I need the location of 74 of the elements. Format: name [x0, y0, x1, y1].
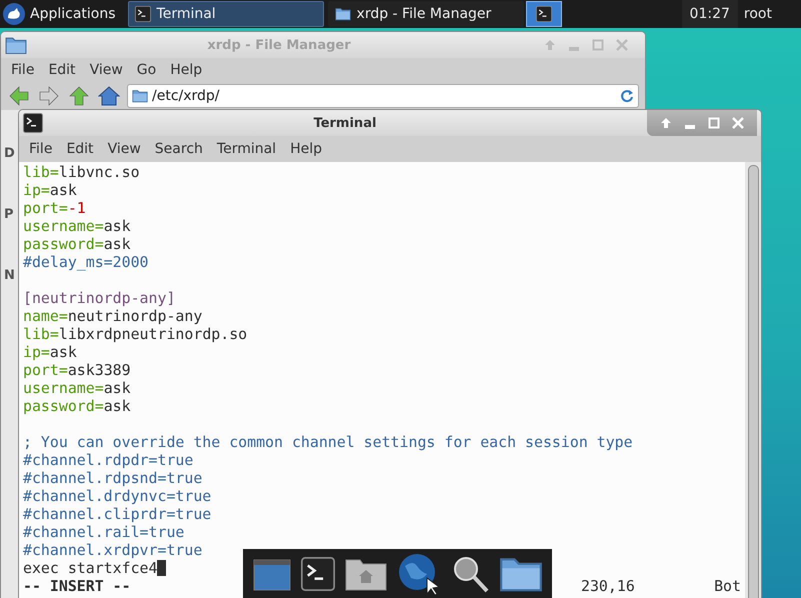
- editor-mode: -- INSERT --: [23, 577, 131, 595]
- clock: 01:27: [682, 0, 738, 28]
- code-line: ; You can override the common channel settings for each session type: [23, 433, 633, 451]
- house-icon: [98, 85, 120, 107]
- code-line: password=ask: [23, 235, 131, 253]
- menu-item[interactable]: File: [23, 141, 58, 157]
- code-line: username=ask: [23, 217, 131, 235]
- menu-item[interactable]: Terminal: [210, 141, 282, 157]
- up-arrow-icon: [68, 85, 90, 107]
- code-line: [neutrinordp-any]: [23, 289, 176, 307]
- code-line: name=neutrinordp-any: [23, 307, 202, 325]
- menu-item[interactable]: Help: [284, 141, 328, 157]
- workspace-switcher[interactable]: [526, 1, 562, 27]
- menu-item[interactable]: Go: [130, 62, 162, 78]
- window-title: Terminal: [312, 116, 378, 130]
- back-button[interactable]: [7, 84, 31, 108]
- menu-item[interactable]: View: [84, 62, 129, 78]
- sidebar-heading: D: [4, 146, 15, 161]
- reload-icon: [620, 89, 634, 103]
- folder-icon: [5, 36, 27, 54]
- maximize-icon: [706, 115, 722, 131]
- task-title: Terminal: [156, 6, 216, 22]
- code-line: #channel.xrdpvr=true: [23, 541, 202, 559]
- menu-item[interactable]: Help: [164, 62, 208, 78]
- menu-item[interactable]: File: [5, 62, 40, 78]
- code-line: #channel.cliprdr=true: [23, 505, 212, 523]
- up-button[interactable]: [67, 84, 91, 108]
- code-line: #channel.rail=true: [23, 523, 184, 541]
- maximize-icon: [590, 37, 606, 53]
- taskbar-button[interactable]: Terminal: [128, 1, 324, 27]
- terminal-launcher[interactable]: [300, 556, 335, 590]
- close-icon: [614, 37, 630, 53]
- cursor-position: 230,16: [581, 577, 636, 595]
- code-line: lib=libxrdpneutrinordp.so: [23, 325, 248, 343]
- close-icon: [730, 115, 746, 131]
- forward-button[interactable]: [37, 84, 61, 108]
- folder-icon: [132, 89, 148, 103]
- code-line: ip=ask: [23, 181, 77, 199]
- taskbar-button[interactable]: xrdp - File Manager: [328, 1, 524, 27]
- terminal-icon: [134, 6, 151, 22]
- code-line: #channel.rdpdr=true: [23, 451, 194, 469]
- back-arrow-icon: [8, 85, 30, 107]
- scroll-position: Bot: [713, 577, 741, 595]
- menu-item[interactable]: Edit: [60, 141, 100, 157]
- code-line: #channel.rdpsnd=true: [23, 469, 202, 487]
- terminal-icon: [23, 113, 43, 133]
- sidebar-heading: N: [4, 268, 15, 283]
- location-field[interactable]: /etc/xrdp/: [127, 84, 639, 108]
- code-line: password=ask: [23, 397, 131, 415]
- code-line: #delay_ms=2000: [23, 253, 149, 271]
- code-line: port=ask3389: [23, 361, 131, 379]
- user-name: root: [742, 5, 773, 24]
- code-line: username=ask: [23, 379, 131, 397]
- menu-item[interactable]: View: [102, 141, 147, 157]
- code-line: port=-1: [23, 199, 86, 217]
- terminal-icon: [536, 6, 552, 22]
- window-title: xrdp - File Manager: [206, 38, 352, 52]
- scrollbar-thumb[interactable]: [748, 165, 758, 598]
- task-title: xrdp - File Manager: [356, 6, 492, 22]
- code-line: exec startxfce4: [23, 559, 158, 577]
- code-line: lib=libvnc.so: [23, 163, 140, 181]
- menu-item[interactable]: Edit: [42, 62, 82, 78]
- menu-item[interactable]: Search: [148, 141, 209, 157]
- forward-arrow-icon: [38, 85, 60, 107]
- text-cursor: [157, 560, 166, 576]
- location-path: /etc/xrdp/: [152, 88, 220, 104]
- applications-menu[interactable]: Applications: [0, 0, 126, 28]
- home-button[interactable]: [97, 84, 121, 108]
- code-line: #channel.drdynvc=true: [23, 487, 212, 505]
- folder-icon: [334, 7, 351, 21]
- scrollbar[interactable]: [745, 162, 761, 598]
- code-line: ip=ask: [23, 343, 77, 361]
- sidebar-heading: P: [4, 207, 14, 222]
- minimize-icon: [685, 125, 695, 129]
